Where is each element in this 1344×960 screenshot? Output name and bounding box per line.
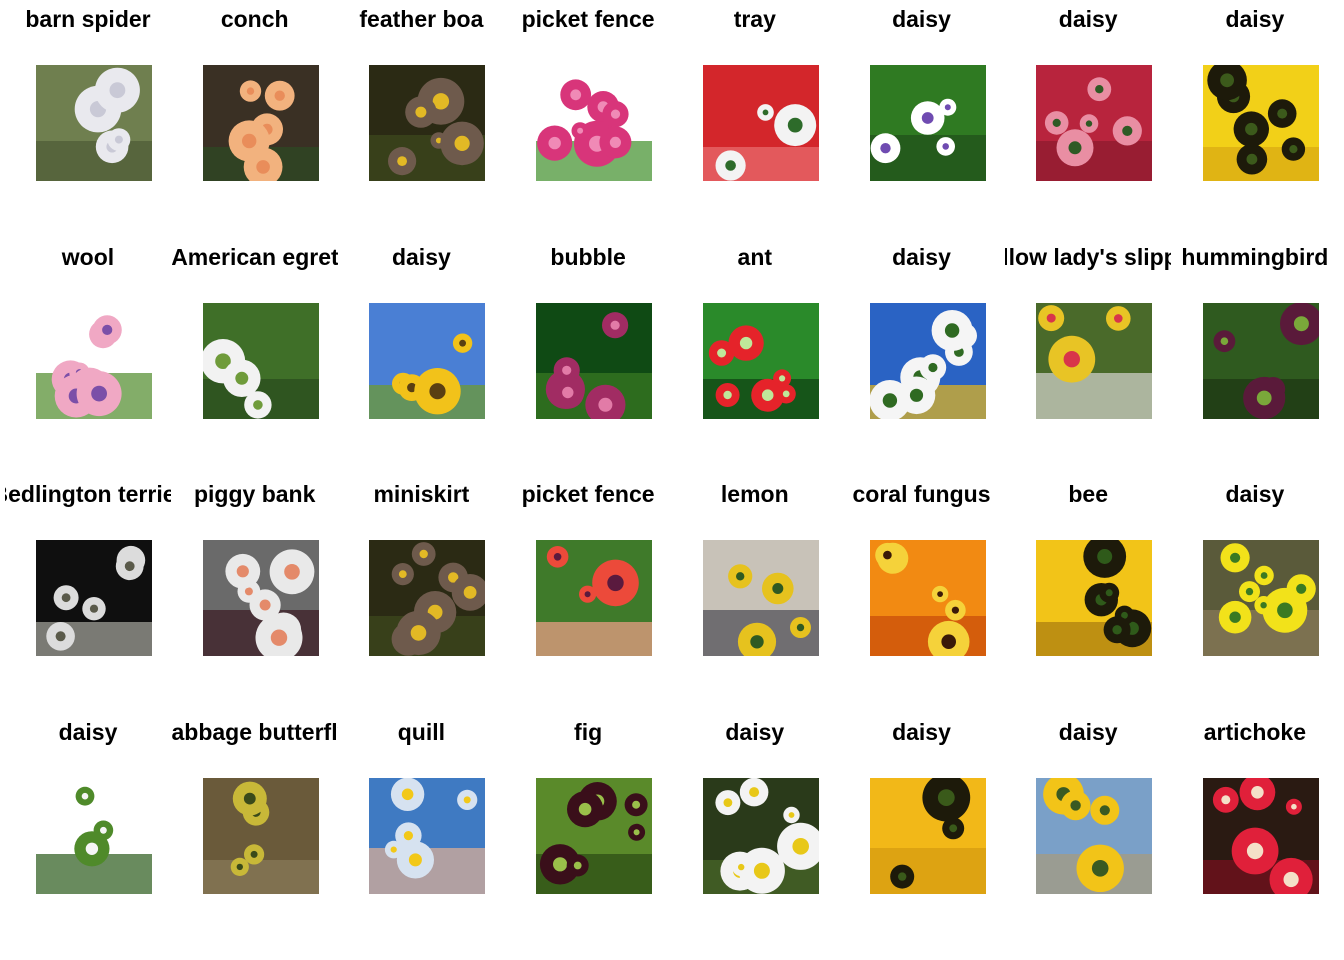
image-tile: daisy — [5, 713, 171, 943]
flower-photo — [369, 777, 486, 894]
image-tile: daisy — [1005, 0, 1171, 230]
image-label: piggy bank — [193, 481, 316, 507]
flower-photo — [869, 777, 986, 894]
image-label: daisy — [1225, 481, 1285, 507]
image-tile: barn spider — [5, 0, 171, 230]
image-label: bubble — [550, 243, 626, 270]
flower-photo — [536, 302, 653, 419]
image-tile: bee — [1005, 475, 1171, 705]
flower-photo — [536, 777, 653, 894]
image-label: coral fungus — [852, 481, 991, 507]
image-label: quill — [397, 718, 446, 745]
image-label: bee — [1068, 481, 1108, 507]
image-label: conch — [220, 6, 289, 32]
image-tile: conch — [172, 0, 338, 230]
flower-photo — [202, 65, 319, 181]
image-label: daisy — [892, 718, 951, 745]
flower-photo — [1036, 777, 1153, 894]
image-tile: coral fungus — [839, 475, 1005, 705]
flower-photo — [869, 540, 986, 656]
flower-photo — [1202, 302, 1319, 419]
image-tile: picket fence — [505, 0, 671, 230]
flower-photo — [869, 65, 986, 181]
image-label: cabbage butterfly — [171, 718, 338, 745]
flower-photo — [702, 777, 819, 894]
image-tile: miniskirt — [338, 475, 504, 705]
image-tile: American egret — [172, 238, 338, 468]
image-label: daisy — [1058, 718, 1118, 745]
image-tile: yellow lady's slipper — [1005, 238, 1171, 468]
image-label: artichoke — [1203, 718, 1307, 745]
flower-photo — [36, 777, 152, 894]
image-label: picket fence — [521, 481, 655, 507]
image-tile: daisy — [1005, 713, 1171, 943]
flower-photo — [1036, 540, 1153, 656]
flower-photo — [1036, 65, 1153, 181]
image-label: daisy — [892, 243, 951, 270]
flower-photo — [369, 65, 486, 181]
flower-photo — [1202, 777, 1319, 894]
image-tile: daisy — [839, 713, 1005, 943]
image-tile: cabbage butterfly — [172, 713, 338, 943]
image-label: American egret — [171, 243, 338, 270]
flower-photo — [369, 302, 486, 419]
image-grid: barn spider conch feather boa picket fence t… — [0, 0, 1344, 960]
image-label: tray — [733, 6, 776, 32]
image-label: lemon — [720, 481, 789, 507]
image-label: daisy — [58, 718, 118, 745]
image-tile: hummingbird — [1172, 238, 1338, 468]
image-label: daisy — [391, 243, 451, 270]
flower-photo — [702, 65, 819, 181]
flower-photo — [536, 65, 653, 181]
flower-photo — [202, 302, 319, 419]
image-tile: daisy — [839, 238, 1005, 468]
flower-photo — [369, 540, 486, 656]
image-tile: artichoke — [1172, 713, 1338, 943]
image-tile: quill — [338, 713, 504, 943]
image-label: picket fence — [521, 6, 655, 32]
image-tile: ant — [672, 238, 838, 468]
image-label: hummingbird — [1181, 243, 1329, 270]
flower-photo — [202, 540, 319, 656]
image-label: Bedlington terrier — [5, 481, 171, 507]
image-tile: daisy — [839, 0, 1005, 230]
image-tile: bubble — [505, 238, 671, 468]
flower-photo — [1202, 65, 1319, 181]
image-label: daisy — [1225, 6, 1285, 32]
image-tile: feather boa — [338, 0, 504, 230]
image-label: fig — [574, 718, 603, 745]
image-tile: daisy — [672, 713, 838, 943]
image-label: barn spider — [25, 6, 151, 32]
image-label: daisy — [725, 718, 785, 745]
image-tile: daisy — [1172, 0, 1338, 230]
image-label: feather boa — [359, 6, 484, 32]
image-tile: wool — [5, 238, 171, 468]
flower-photo — [702, 540, 819, 656]
image-tile: tray — [672, 0, 838, 230]
image-tile: Bedlington terrier — [5, 475, 171, 705]
image-tile: daisy — [1172, 475, 1338, 705]
image-tile: picket fence — [505, 475, 671, 705]
image-tile: lemon — [672, 475, 838, 705]
image-tile: daisy — [338, 238, 504, 468]
flower-photo — [869, 302, 986, 419]
image-tile: piggy bank — [172, 475, 338, 705]
flower-photo — [1202, 540, 1319, 656]
image-label: miniskirt — [373, 481, 470, 507]
flower-photo — [36, 540, 152, 656]
flower-photo — [536, 540, 653, 656]
flower-photo — [1036, 302, 1153, 419]
image-label: yellow lady's slipper — [1005, 243, 1172, 270]
flower-photo — [202, 777, 319, 894]
image-tile: fig — [505, 713, 671, 943]
image-label: daisy — [1058, 6, 1118, 32]
image-label: wool — [61, 243, 115, 270]
image-label: ant — [737, 243, 773, 270]
flower-photo — [36, 65, 152, 181]
flower-photo — [702, 302, 819, 419]
image-label: daisy — [892, 6, 951, 32]
flower-photo — [36, 302, 152, 419]
